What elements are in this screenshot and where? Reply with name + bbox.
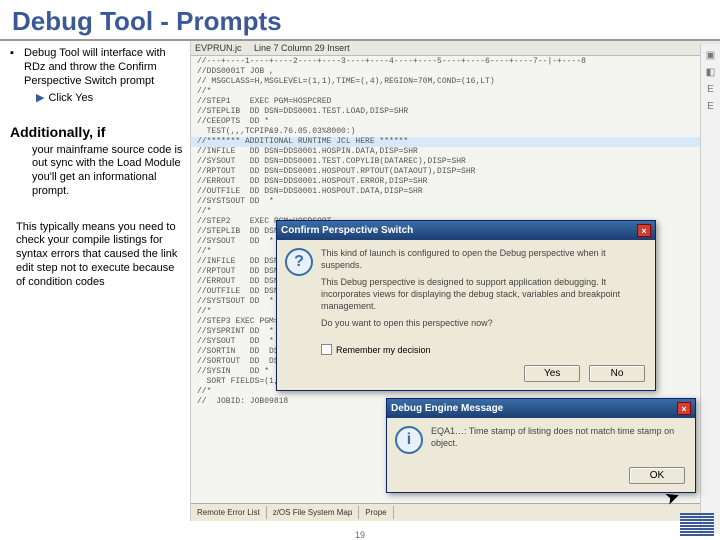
triangle-icon: ▶: [36, 92, 44, 106]
sub1-text: Click Yes: [48, 92, 93, 106]
ibm-logo: [680, 513, 714, 536]
tab-zos-map[interactable]: z/OS File System Map: [267, 506, 360, 519]
code-line[interactable]: //OUTFILE DD DSN=DDS0001.HOSPOUT.DATA,DI…: [191, 187, 720, 197]
strip-icon[interactable]: ▣: [701, 50, 720, 61]
remember-checkbox[interactable]: [321, 344, 332, 355]
question-icon: [285, 248, 313, 276]
code-line[interactable]: TEST(,,,TCPIP&9.76.05.03%8000:): [191, 127, 720, 137]
para3: This typically means you need to check y…: [16, 221, 186, 290]
dialog-confirm-perspective: Confirm Perspective Switch × This kind o…: [276, 220, 656, 391]
code-line[interactable]: // MSGCLASS=H,MSGLEVEL=(1,1),TIME=(,4),R…: [191, 77, 720, 87]
bottom-tabs: Remote Error List z/OS File System Map P…: [191, 503, 720, 521]
code-line[interactable]: //*: [191, 87, 720, 97]
editor-tab[interactable]: EVPRUN.jc: [195, 43, 242, 53]
strip-icon[interactable]: ◧: [701, 67, 720, 78]
editor-status: Line 7 Column 29 Insert: [254, 43, 350, 53]
yes-button[interactable]: Yes: [524, 365, 580, 382]
info-icon: [395, 426, 423, 454]
strip-icon[interactable]: E: [701, 101, 720, 112]
code-line[interactable]: //ERROUT DD DSN=DDS0001.HOSPOUT.ERROR,DI…: [191, 177, 720, 187]
code-line[interactable]: //SYSTSOUT DD *: [191, 197, 720, 207]
close-icon[interactable]: ×: [637, 224, 651, 237]
code-line[interactable]: //STEPLIB DD DSN=DDS0001.TEST.LOAD,DISP=…: [191, 107, 720, 117]
para2: your mainframe source code is out sync w…: [32, 144, 186, 199]
editor-ruler: //---+----1----+----2----+----3----+----…: [191, 56, 720, 67]
remember-label: Remember my decision: [336, 345, 431, 355]
tab-remote-error[interactable]: Remote Error List: [191, 506, 267, 519]
code-line[interactable]: //STEP1 EXEC PGM=HOSPCRED: [191, 97, 720, 107]
code-line[interactable]: //DDS0001T JOB ,: [191, 67, 720, 77]
dialog-title: Debug Engine Message: [391, 403, 503, 414]
bullet-square: ▪: [10, 47, 24, 88]
strip-icon[interactable]: E: [701, 84, 720, 95]
dialog-debug-engine: Debug Engine Message × EQA1…: Time stamp…: [386, 398, 696, 493]
code-line[interactable]: //*: [191, 207, 720, 217]
slide-title: Debug Tool - Prompts: [0, 0, 720, 41]
code-line[interactable]: //SYSOUT DD DSN=DDS0001.TEST.COPYLIB(DAT…: [191, 157, 720, 167]
dlg-p2: This Debug perspective is designed to su…: [321, 277, 647, 312]
code-line[interactable]: //INFILE DD DSN=DDS0001.HOSPIN.DATA,DISP…: [191, 147, 720, 157]
tab-properties[interactable]: Prope: [359, 506, 393, 519]
page-number: 19: [355, 530, 365, 540]
close-icon[interactable]: ×: [677, 402, 691, 415]
code-line[interactable]: //RPTOUT DD DSN=DDS0001.HOSPOUT.RPTOUT(D…: [191, 167, 720, 177]
dialog-title: Confirm Perspective Switch: [281, 225, 413, 236]
heading-additionally: Additionally, if: [10, 124, 186, 142]
ok-button[interactable]: OK: [629, 467, 685, 484]
engine-msg: EQA1…: Time stamp of listing does not ma…: [431, 426, 687, 449]
bullet1-text: Debug Tool will interface with RDz and t…: [24, 47, 186, 88]
code-line[interactable]: //******* ADDITIONAL RUNTIME JCL HERE **…: [191, 137, 720, 147]
right-icon-strip: ▣ ◧ E E: [700, 44, 720, 534]
no-button[interactable]: No: [589, 365, 645, 382]
code-line[interactable]: //CEEOPTS DD *: [191, 117, 720, 127]
dlg-p1: This kind of launch is configured to ope…: [321, 248, 647, 271]
dlg-p3: Do you want to open this perspective now…: [321, 318, 647, 330]
left-column: ▪ Debug Tool will interface with RDz and…: [0, 41, 190, 521]
